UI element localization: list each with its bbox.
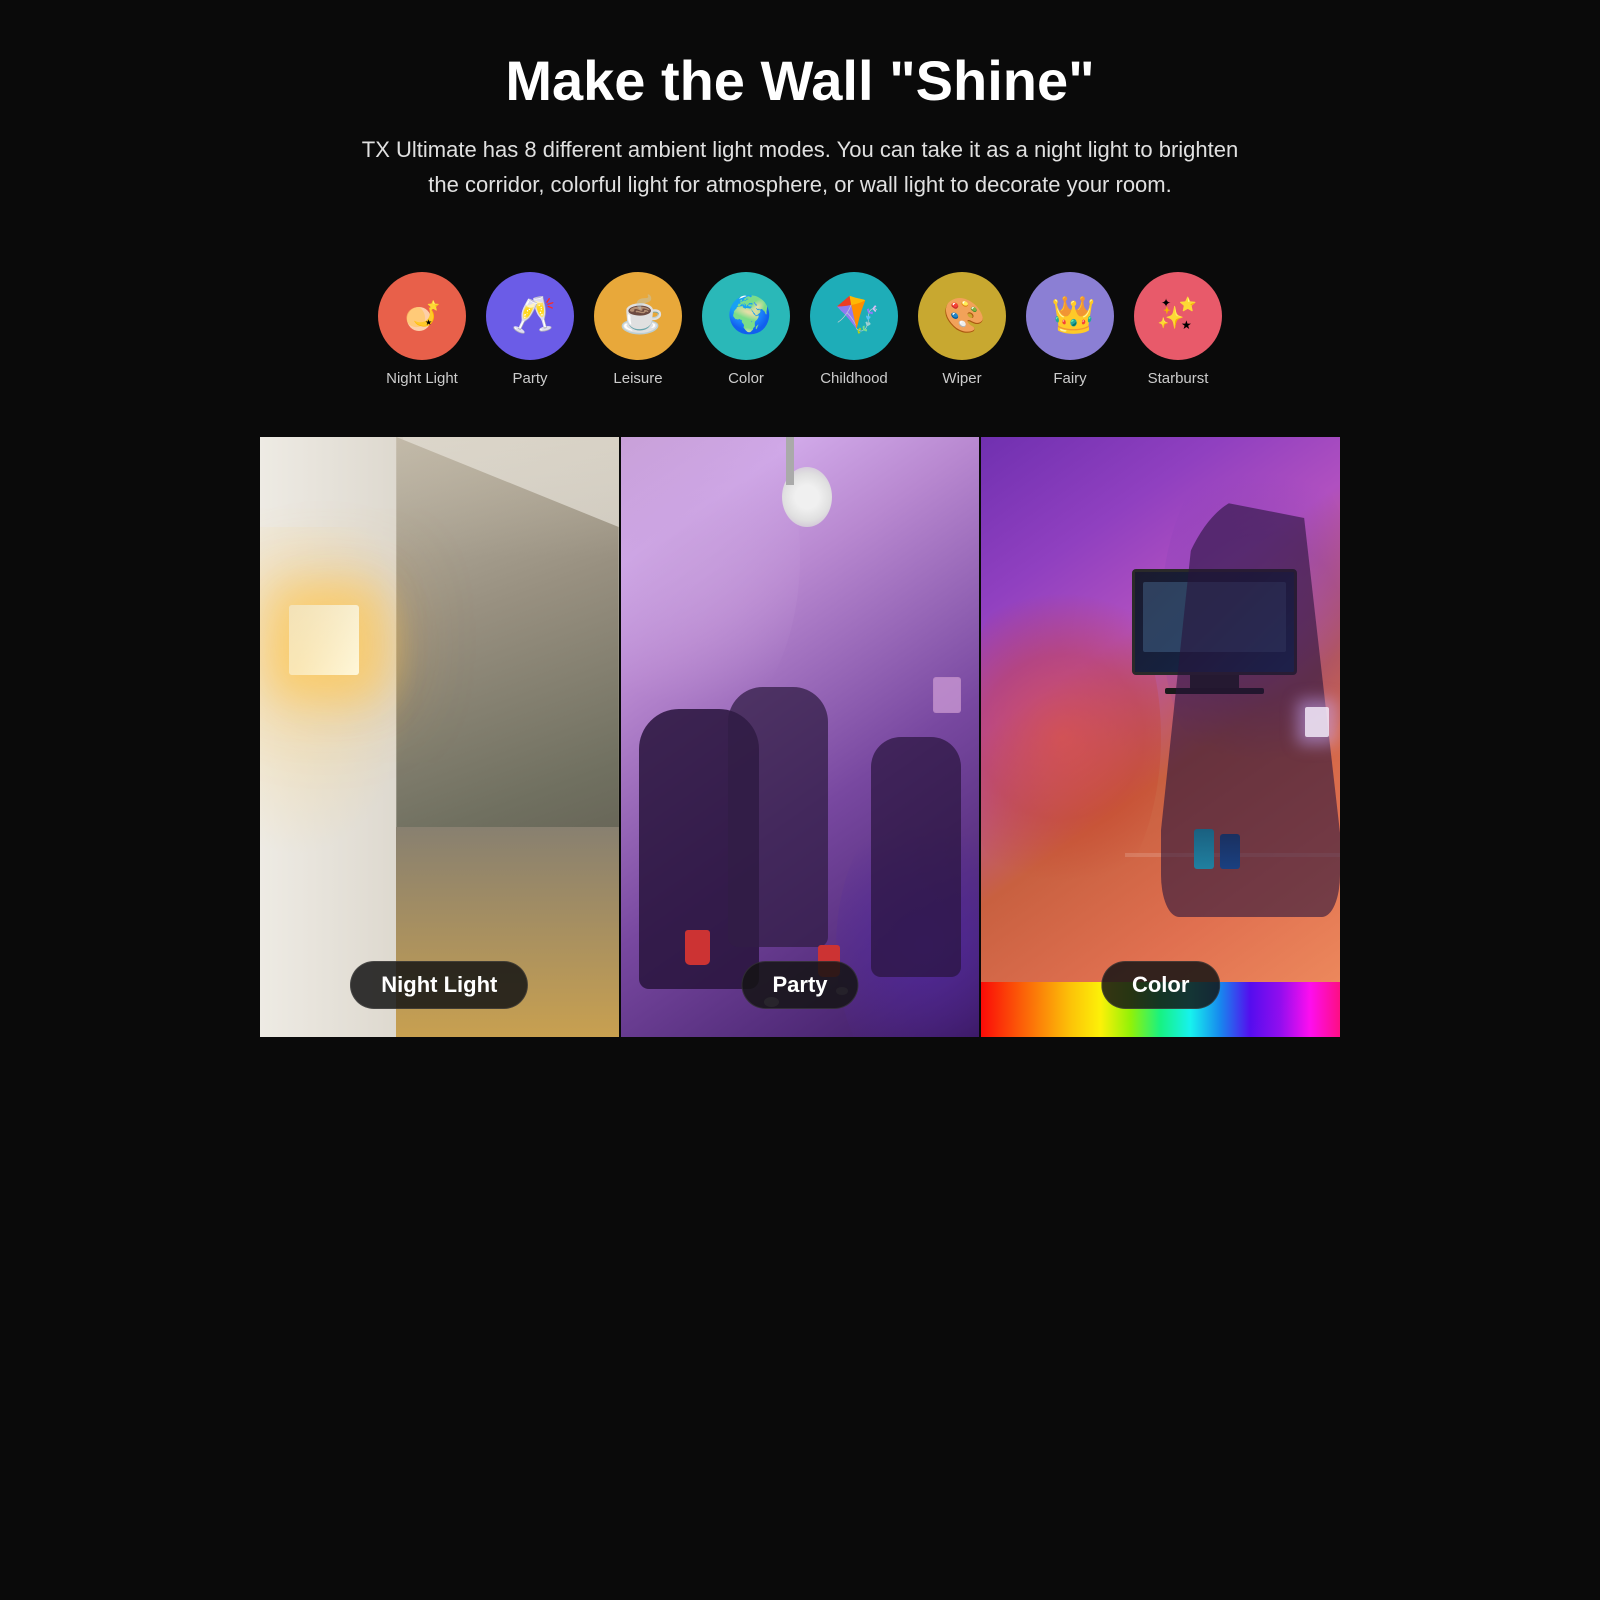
svg-text:⭐: ⭐: [427, 299, 439, 312]
photo-card-party: Party: [619, 437, 980, 1037]
mode-item-wiper[interactable]: 🎨 Wiper: [918, 272, 1006, 387]
mode-icon-starburst: ✨ ⭐ ★ ✦: [1134, 272, 1222, 360]
fairy-icon: 👑: [1045, 291, 1095, 341]
mode-icon-color: 🌍: [702, 272, 790, 360]
main-title: Make the Wall "Shine": [320, 50, 1280, 112]
photo-bg-night-light: [260, 437, 619, 1037]
svg-text:⭐: ⭐: [1179, 296, 1196, 312]
mode-label-leisure: Leisure: [613, 370, 662, 387]
leisure-icon: ☕: [613, 291, 663, 341]
header-section: Make the Wall "Shine" TX Ultimate has 8 …: [260, 0, 1340, 232]
color-icon: 🌍: [721, 291, 771, 341]
svg-text:🥂: 🥂: [511, 294, 555, 335]
mode-label-party: Party: [512, 370, 547, 387]
modes-section: 🌙 ⭐ ★ Night Light 🥂 Party ☕ Leisure 🌍: [260, 232, 1340, 437]
mode-label-starburst: Starburst: [1148, 370, 1209, 387]
photo-bg-color: [981, 437, 1340, 1037]
mode-item-childhood[interactable]: 🪁 Childhood: [810, 272, 898, 387]
mode-icon-childhood: 🪁: [810, 272, 898, 360]
mode-icon-fairy: 👑: [1026, 272, 1114, 360]
photo-label-party: Party: [741, 961, 858, 1009]
mode-label-fairy: Fairy: [1053, 370, 1086, 387]
wiper-icon: 🎨: [937, 291, 987, 341]
photo-card-night-light: Night Light: [260, 437, 619, 1037]
night-light-icon: 🌙 ⭐ ★: [397, 291, 447, 341]
svg-text:🎨: 🎨: [943, 295, 985, 335]
svg-text:🌍: 🌍: [727, 294, 771, 335]
svg-text:✦: ✦: [1161, 296, 1171, 310]
svg-text:★: ★: [1181, 318, 1192, 332]
starburst-icon: ✨ ⭐ ★ ✦: [1153, 291, 1203, 341]
photos-section: Night Light: [260, 437, 1340, 1037]
childhood-icon: 🪁: [829, 291, 879, 341]
svg-text:★: ★: [425, 318, 432, 327]
subtitle: TX Ultimate has 8 different ambient ligh…: [350, 132, 1250, 202]
mode-item-leisure[interactable]: ☕ Leisure: [594, 272, 682, 387]
mode-item-starburst[interactable]: ✨ ⭐ ★ ✦ Starburst: [1134, 272, 1222, 387]
photo-card-color: Color: [979, 437, 1340, 1037]
mode-label-wiper: Wiper: [942, 370, 981, 387]
mode-item-party[interactable]: 🥂 Party: [486, 272, 574, 387]
mode-label-night-light: Night Light: [386, 370, 458, 387]
mode-item-color[interactable]: 🌍 Color: [702, 272, 790, 387]
mode-icon-leisure: ☕: [594, 272, 682, 360]
svg-text:🪁: 🪁: [835, 294, 879, 335]
mode-icon-party: 🥂: [486, 272, 574, 360]
party-icon: 🥂: [505, 291, 555, 341]
mode-item-night-light[interactable]: 🌙 ⭐ ★ Night Light: [378, 272, 466, 387]
mode-icon-night-light: 🌙 ⭐ ★: [378, 272, 466, 360]
photo-label-color: Color: [1101, 961, 1220, 1009]
svg-text:👑: 👑: [1051, 294, 1095, 335]
photo-label-night-light: Night Light: [350, 961, 528, 1009]
mode-icon-wiper: 🎨: [918, 272, 1006, 360]
photo-bg-party: [621, 437, 980, 1037]
mode-item-fairy[interactable]: 👑 Fairy: [1026, 272, 1114, 387]
svg-text:☕: ☕: [619, 293, 663, 335]
mode-label-childhood: Childhood: [820, 370, 888, 387]
mode-label-color: Color: [728, 370, 764, 387]
